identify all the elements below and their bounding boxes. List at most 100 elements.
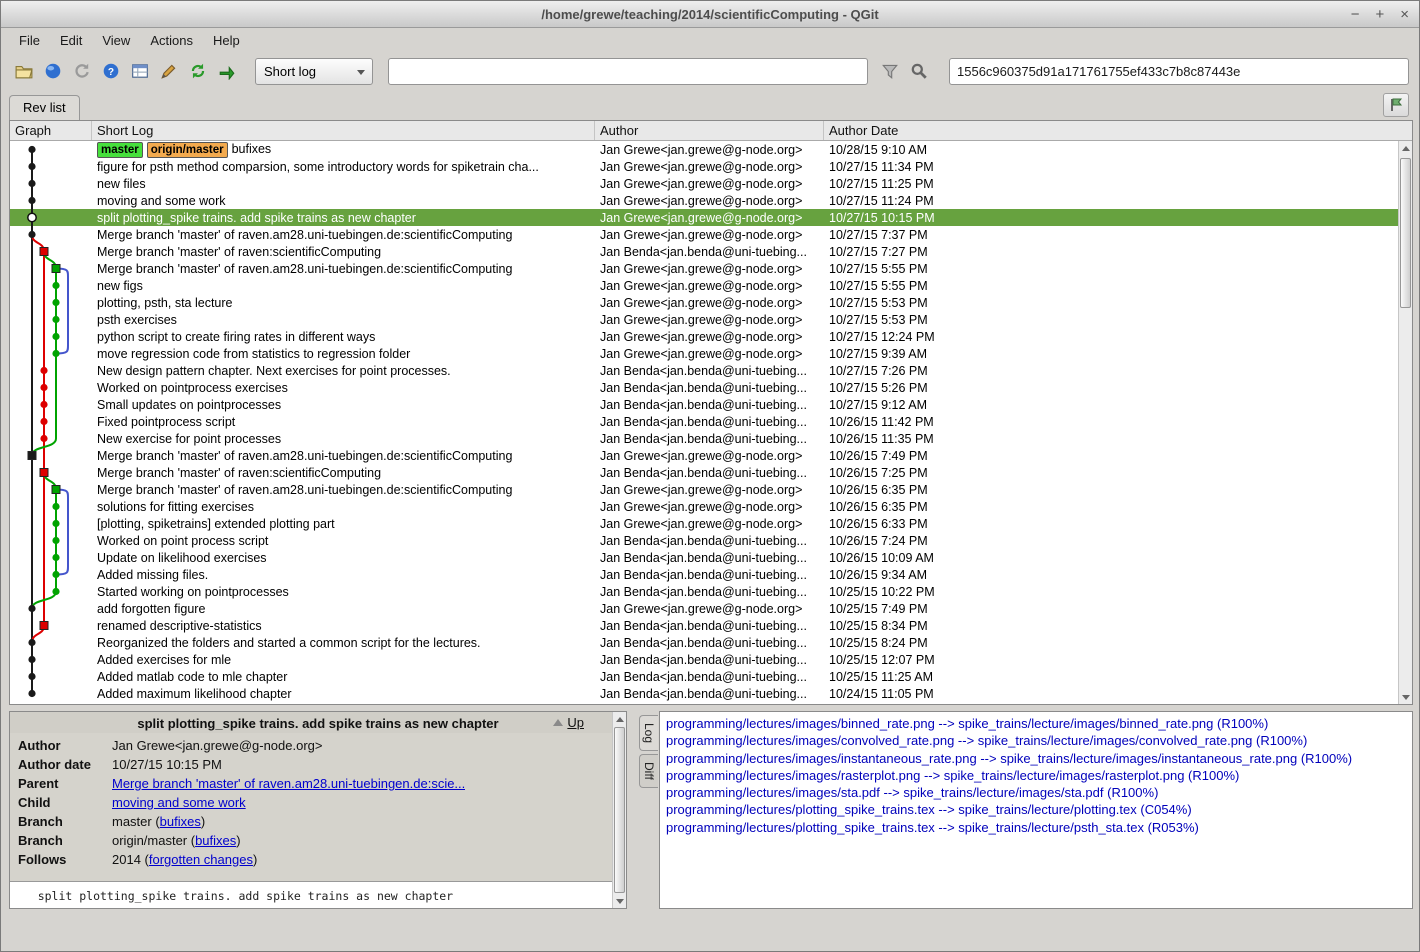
table-row[interactable]: Update on likelihood exercisesJan Benda<… [10, 549, 1412, 566]
menu-view[interactable]: View [92, 30, 140, 51]
table-row[interactable]: Merge branch 'master' of raven.am28.uni-… [10, 226, 1412, 243]
refresh-button[interactable] [185, 58, 211, 84]
table-row[interactable]: new filesJan Grewe<jan.grewe@g-node.org>… [10, 175, 1412, 192]
detail-value: moving and some work [112, 795, 246, 810]
highlight-button[interactable] [906, 58, 932, 84]
column-header-author-date[interactable]: Author Date [824, 121, 1412, 140]
view-mode-select[interactable]: Short log [255, 58, 373, 85]
file-change-link[interactable]: programming/lectures/images/rasterplot.p… [666, 767, 1406, 784]
panel-splitter[interactable] [627, 711, 639, 909]
detail-link[interactable]: moving and some work [112, 795, 246, 810]
author-cell: Jan Grewe<jan.grewe@g-node.org> [595, 194, 824, 208]
table-row[interactable]: Worked on pointprocess exercisesJan Bend… [10, 379, 1412, 396]
table-view-button[interactable] [127, 58, 153, 84]
details-scroll-down[interactable] [613, 894, 627, 908]
toggle-view-button[interactable] [1383, 93, 1409, 117]
open-folder-button[interactable] [11, 58, 37, 84]
date-cell: 10/26/15 7:25 PM [824, 466, 1412, 480]
shortlog-cell: new files [92, 177, 595, 191]
close-button[interactable]: × [1400, 7, 1409, 22]
file-change-link[interactable]: programming/lectures/images/sta.pdf --> … [666, 784, 1406, 801]
detail-link[interactable]: bufixes [160, 814, 201, 829]
table-row[interactable]: new figsJan Grewe<jan.grewe@g-node.org>1… [10, 277, 1412, 294]
table-row[interactable]: solutions for fitting exercisesJan Grewe… [10, 498, 1412, 515]
sync-button[interactable] [214, 58, 240, 84]
table-row[interactable]: plotting, psth, sta lectureJan Grewe<jan… [10, 294, 1412, 311]
file-change-link[interactable]: programming/lectures/images/convolved_ra… [666, 732, 1406, 749]
shortlog-text: Merge branch 'master' of raven.am28.uni-… [97, 483, 512, 497]
author-cell: Jan Grewe<jan.grewe@g-node.org> [595, 500, 824, 514]
column-header-graph[interactable]: Graph [10, 121, 92, 140]
table-row[interactable]: python script to create firing rates in … [10, 328, 1412, 345]
table-row[interactable]: Merge branch 'master' of raven:scientifi… [10, 243, 1412, 260]
help-button[interactable]: ? [98, 58, 124, 84]
date-cell: 10/25/15 11:25 AM [824, 670, 1412, 684]
menu-help[interactable]: Help [203, 30, 250, 51]
maximize-button[interactable]: + [1375, 7, 1384, 22]
detail-field-branch: Branchmaster (bufixes) [10, 812, 626, 831]
column-header-author[interactable]: Author [595, 121, 824, 140]
table-row[interactable]: Added matlab code to mle chapterJan Bend… [10, 668, 1412, 685]
shortlog-cell: Merge branch 'master' of raven.am28.uni-… [92, 483, 595, 497]
file-change-link[interactable]: programming/lectures/images/binned_rate.… [666, 715, 1406, 732]
table-row[interactable]: move regression code from statistics to … [10, 345, 1412, 362]
sha-input[interactable] [949, 58, 1409, 85]
detail-link[interactable]: forgotten changes [149, 852, 253, 867]
table-row[interactable]: Added maximum likelihood chapterJan Bend… [10, 685, 1412, 702]
author-cell: Jan Grewe<jan.grewe@g-node.org> [595, 347, 824, 361]
filter-input[interactable] [388, 58, 868, 85]
menu-edit[interactable]: Edit [50, 30, 92, 51]
table-row[interactable]: Added missing files.Jan Benda<jan.benda@… [10, 566, 1412, 583]
table-row[interactable]: Merge branch 'master' of raven.am28.uni-… [10, 260, 1412, 277]
minimize-button[interactable]: − [1351, 7, 1360, 22]
table-row[interactable]: Merge branch 'master' of raven.am28.uni-… [10, 481, 1412, 498]
table-row[interactable]: moving and some workJan Grewe<jan.grewe@… [10, 192, 1412, 209]
table-row[interactable]: Added exercises for mleJan Benda<jan.ben… [10, 651, 1412, 668]
file-change-link[interactable]: programming/lectures/plotting_spike_trai… [666, 819, 1406, 836]
table-row[interactable]: renamed descriptive-statisticsJan Benda<… [10, 617, 1412, 634]
table-row[interactable]: masterorigin/masterbufixesJan Grewe<jan.… [10, 141, 1412, 158]
date-cell: 10/24/15 11:05 PM [824, 687, 1412, 701]
menu-actions[interactable]: Actions [140, 30, 203, 51]
table-row[interactable]: psth exercisesJan Grewe<jan.grewe@g-node… [10, 311, 1412, 328]
scroll-down-arrow[interactable] [1399, 690, 1413, 704]
filter-button[interactable] [877, 58, 903, 84]
author-cell: Jan Benda<jan.benda@uni-tuebing... [595, 398, 824, 412]
table-row[interactable]: Merge branch 'master' of raven.am28.uni-… [10, 447, 1412, 464]
details-scroll-up[interactable] [613, 712, 627, 726]
file-change-link[interactable]: programming/lectures/images/instantaneou… [666, 750, 1406, 767]
table-row[interactable]: Worked on point process scriptJan Benda<… [10, 532, 1412, 549]
table-row[interactable]: figure for psth method comparsion, some … [10, 158, 1412, 175]
shortlog-text: Added maximum likelihood chapter [97, 687, 292, 701]
date-cell: 10/27/15 5:53 PM [824, 296, 1412, 310]
detail-field-branch: Branchorigin/master (bufixes) [10, 831, 626, 850]
column-header-short-log[interactable]: Short Log [92, 121, 595, 140]
table-row[interactable]: add forgotten figureJan Grewe<jan.grewe@… [10, 600, 1412, 617]
details-scrollbar-thumb[interactable] [614, 727, 625, 893]
reload-button[interactable] [69, 58, 95, 84]
globe-button[interactable] [40, 58, 66, 84]
side-tab-diff[interactable]: Diff [639, 754, 658, 788]
tab-rev-list[interactable]: Rev list [9, 95, 80, 120]
scroll-up-arrow[interactable] [1399, 141, 1413, 155]
table-row[interactable]: New exercise for point processesJan Bend… [10, 430, 1412, 447]
table-row[interactable]: [plotting, spiketrains] extended plottin… [10, 515, 1412, 532]
side-tab-log[interactable]: Log [639, 715, 658, 751]
table-row[interactable]: split plotting_spike trains. add spike t… [10, 209, 1412, 226]
table-row[interactable]: Started working on pointprocessesJan Ben… [10, 583, 1412, 600]
commit-message: split plotting_spike trains. add spike t… [10, 881, 612, 908]
edit-button[interactable] [156, 58, 182, 84]
table-row[interactable]: Fixed pointprocess scriptJan Benda<jan.b… [10, 413, 1412, 430]
table-row[interactable]: Small updates on pointprocessesJan Benda… [10, 396, 1412, 413]
detail-link[interactable]: Merge branch 'master' of raven.am28.uni-… [112, 776, 465, 791]
detail-link[interactable]: bufixes [195, 833, 236, 848]
menu-file[interactable]: File [9, 30, 50, 51]
file-change-link[interactable]: programming/lectures/plotting_spike_trai… [666, 801, 1406, 818]
shortlog-text: Merge branch 'master' of raven.am28.uni-… [97, 262, 512, 276]
table-row[interactable]: Merge branch 'master' of raven:scientifi… [10, 464, 1412, 481]
up-button[interactable]: Up [547, 714, 590, 731]
table-row[interactable]: Reorganized the folders and started a co… [10, 634, 1412, 651]
table-row[interactable]: New design pattern chapter. Next exercis… [10, 362, 1412, 379]
author-cell: Jan Benda<jan.benda@uni-tuebing... [595, 415, 824, 429]
scrollbar-thumb[interactable] [1400, 158, 1411, 308]
